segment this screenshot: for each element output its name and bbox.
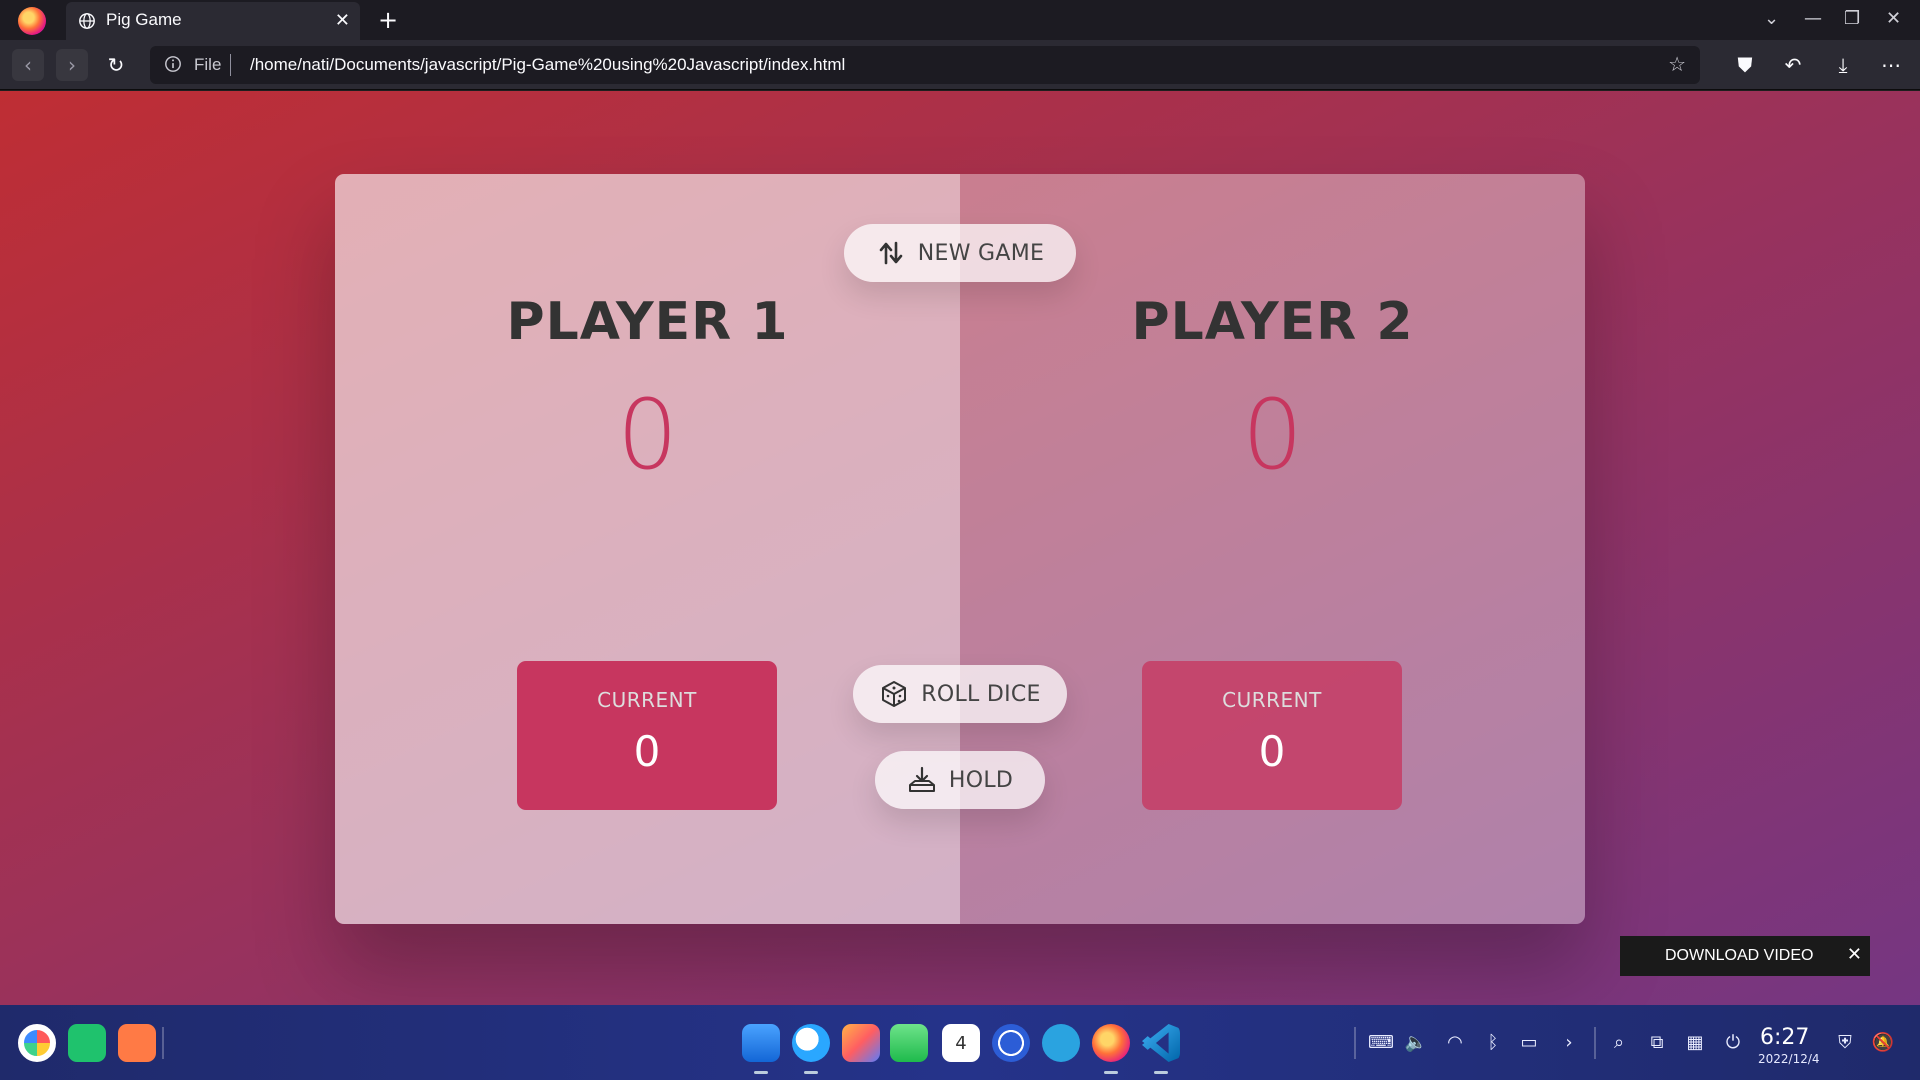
player-1-name: PLAYER 1 — [506, 292, 789, 352]
image-viewer-icon[interactable] — [842, 1024, 880, 1062]
hold-label: HOLD — [948, 767, 1014, 793]
onscreen-keyboard-icon[interactable]: ▦ — [1684, 1031, 1706, 1053]
roll-dice-button[interactable]: ROLL DICE — [853, 665, 1067, 723]
pocket-icon[interactable]: ⛊ — [1732, 52, 1758, 78]
tab-pig-game[interactable]: Pig Game ✕ — [66, 2, 360, 40]
minimize-icon[interactable]: — — [1804, 8, 1822, 29]
taskbar: 4 ⌨ 🔈 ◠ ᛒ ▭ › ⌕ ⧉ ▦ ⏻ 6:27 2022/12/4 ⛨ 🔕 — [0, 1005, 1920, 1080]
globe-icon — [79, 13, 95, 29]
firefox-app-icon[interactable] — [1092, 1024, 1130, 1062]
player-2-score: 0 — [1241, 379, 1304, 491]
window-close-icon[interactable]: ✕ — [1886, 8, 1901, 29]
workspace-icon[interactable] — [118, 1024, 156, 1062]
address-bar[interactable]: File /home/nati/Documents/javascript/Pig… — [150, 46, 1700, 84]
battery-icon[interactable]: ▭ — [1518, 1031, 1540, 1053]
shield-icon[interactable]: ⛨ — [1834, 1031, 1856, 1053]
forward-button[interactable]: › — [56, 49, 88, 81]
launcher-icon[interactable] — [18, 1024, 56, 1062]
taskbar-separator — [1354, 1027, 1356, 1059]
download-video-label: DOWNLOAD VIDEO — [1665, 947, 1814, 964]
settings-gear-icon[interactable] — [992, 1024, 1030, 1062]
search-icon[interactable]: ⌕ — [1608, 1031, 1630, 1053]
url-text[interactable]: /home/nati/Documents/javascript/Pig-Game… — [250, 55, 845, 75]
browser-tab-bar: Pig Game ✕ + ⌄ — ❐ ✕ — [0, 0, 1920, 40]
telegram-icon[interactable] — [1042, 1024, 1080, 1062]
taskbar-separator — [162, 1027, 164, 1059]
url-protocol-label: File — [194, 55, 222, 74]
clock-time[interactable]: 6:27 — [1760, 1025, 1809, 1050]
player-2-current-label: CURRENT — [1222, 688, 1322, 712]
notification-bell-icon[interactable]: 🔕 — [1872, 1031, 1894, 1053]
taskbar-separator — [1594, 1027, 1596, 1059]
keyboard-icon[interactable]: ⌨ — [1368, 1031, 1394, 1053]
chevron-right-icon[interactable]: › — [1558, 1031, 1580, 1053]
list-tabs-icon[interactable]: ⌄ — [1764, 8, 1779, 29]
download-video-overlay[interactable]: DOWNLOAD VIDEO ✕ — [1620, 936, 1870, 976]
tab-close-icon[interactable]: ✕ — [335, 10, 350, 31]
music-icon[interactable] — [890, 1024, 928, 1062]
screenshot-icon[interactable]: ⧉ — [1646, 1031, 1668, 1053]
player-2-current-score: 0 — [1258, 727, 1286, 776]
dice-icon — [882, 681, 907, 707]
download-icon[interactable]: ⤓ — [1830, 52, 1856, 78]
player-1-current-box: CURRENT 0 — [517, 661, 777, 810]
url-separator — [230, 54, 231, 76]
undo-icon[interactable]: ↶ — [1780, 52, 1806, 78]
back-button[interactable]: ‹ — [12, 49, 44, 81]
menu-icon[interactable]: ⋯ — [1878, 52, 1904, 78]
calendar-icon[interactable]: 4 — [942, 1024, 980, 1062]
vscode-icon[interactable] — [1142, 1024, 1180, 1062]
running-indicator — [754, 1071, 768, 1074]
player-2-panel: PLAYER 2 0 CURRENT 0 — [960, 174, 1585, 924]
bluetooth-icon[interactable]: ᛒ — [1482, 1031, 1504, 1053]
browser-nav-bar: ‹ › ↻ File /home/nati/Documents/javascri… — [0, 40, 1920, 90]
new-tab-button[interactable]: + — [378, 6, 398, 34]
player-2-name: PLAYER 2 — [1131, 292, 1414, 352]
multitask-view-icon[interactable] — [68, 1024, 106, 1062]
restore-icon[interactable]: ❐ — [1844, 8, 1860, 29]
running-indicator — [1154, 1071, 1168, 1074]
clock-date: 2022/12/4 — [1758, 1052, 1820, 1066]
firefox-logo-icon[interactable] — [18, 7, 46, 35]
power-icon[interactable]: ⏻ — [1722, 1031, 1744, 1053]
wifi-icon[interactable]: ◠ — [1444, 1031, 1466, 1053]
player-1-current-label: CURRENT — [597, 688, 697, 712]
download-tray-icon — [908, 766, 935, 792]
close-overlay-icon[interactable]: ✕ — [1847, 944, 1862, 965]
player-1-panel: PLAYER 1 0 CURRENT 0 — [335, 174, 960, 924]
volume-icon[interactable]: 🔈 — [1405, 1031, 1427, 1053]
new-game-label: NEW GAME — [917, 240, 1045, 266]
tab-title: Pig Game — [106, 10, 182, 29]
player-1-score: 0 — [616, 379, 679, 491]
running-indicator — [804, 1071, 818, 1074]
bookmark-star-icon[interactable]: ☆ — [1668, 52, 1686, 76]
reload-icon[interactable]: ↻ — [100, 49, 132, 81]
new-game-button[interactable]: NEW GAME — [844, 224, 1076, 282]
info-icon[interactable] — [164, 55, 182, 73]
player-2-current-box: CURRENT 0 — [1142, 661, 1402, 810]
page-viewport: PLAYER 1 0 CURRENT 0 PLAYER 2 0 CURRENT … — [0, 91, 1920, 1005]
roll-dice-label: ROLL DICE — [921, 681, 1041, 707]
file-manager-icon[interactable] — [742, 1024, 780, 1062]
game-board: PLAYER 1 0 CURRENT 0 PLAYER 2 0 CURRENT … — [335, 174, 1585, 924]
player-1-current-score: 0 — [633, 727, 661, 776]
running-indicator — [1104, 1071, 1118, 1074]
hold-button[interactable]: HOLD — [875, 751, 1045, 809]
refresh-arrows-icon — [879, 241, 903, 265]
browser-app-icon[interactable] — [792, 1024, 830, 1062]
